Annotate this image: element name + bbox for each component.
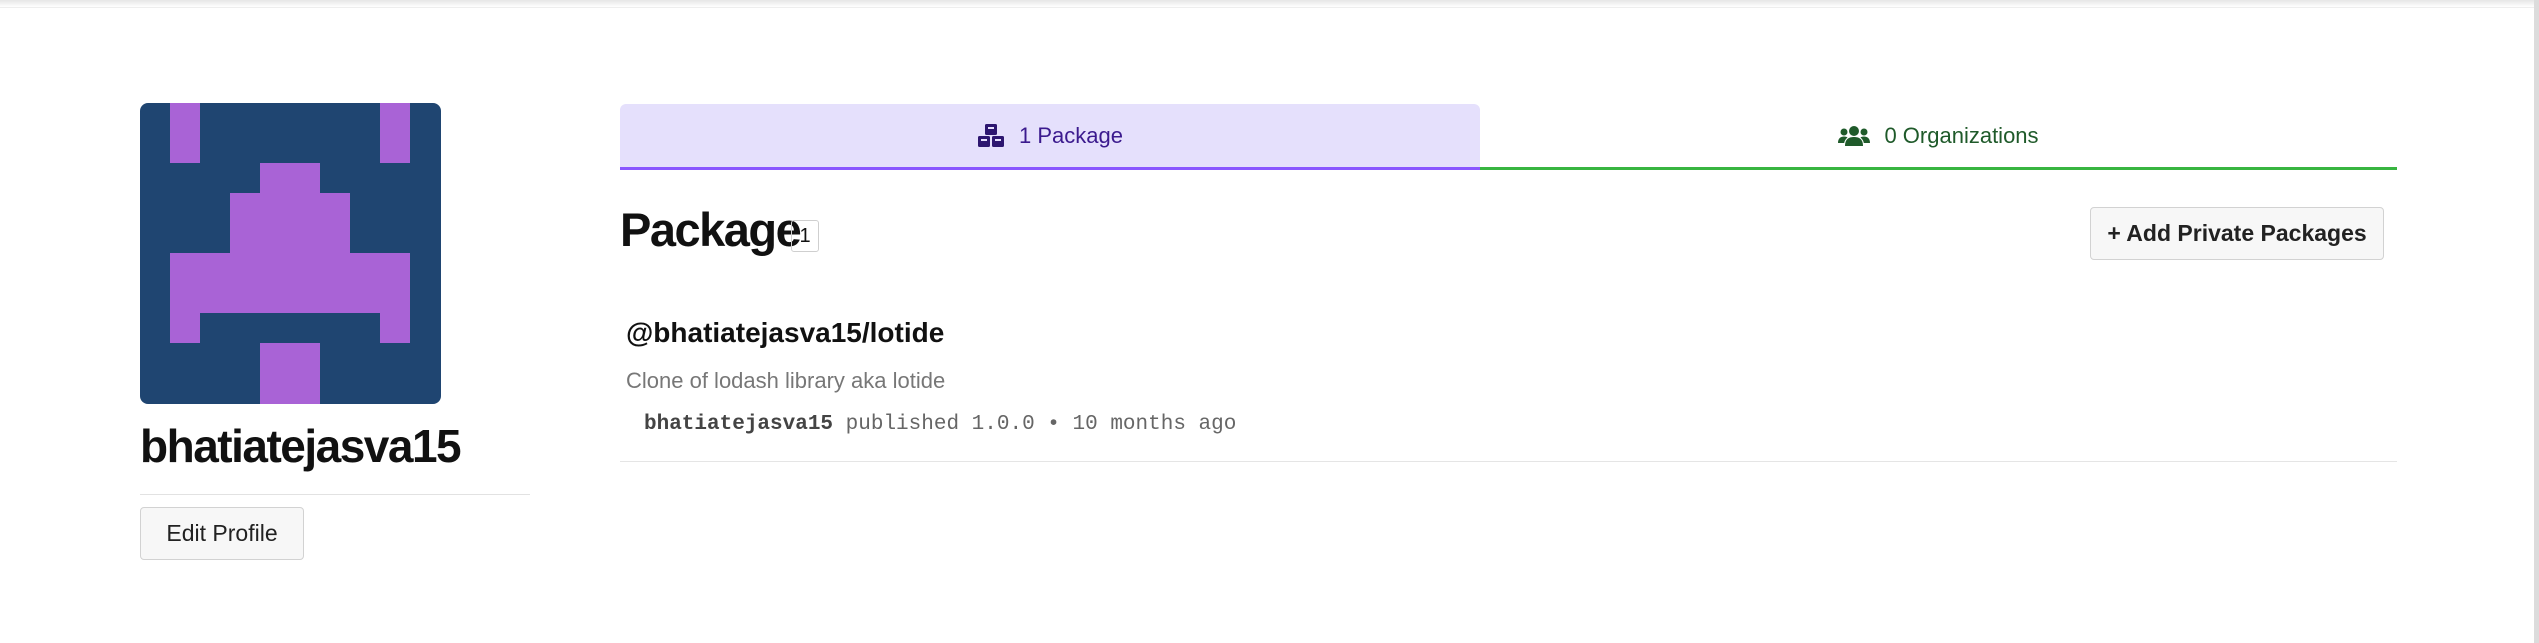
avatar-pixel — [230, 193, 350, 253]
package-count-badge: 1 — [791, 220, 819, 252]
scrollbar[interactable] — [2534, 0, 2539, 643]
profile-username: bhatiatejasva15 — [140, 420, 462, 472]
package-meta: bhatiatejasva15 published 1.0.0 • 10 mon… — [644, 413, 1236, 436]
top-nav-shadow — [0, 0, 2539, 8]
avatar-pixel — [170, 253, 410, 313]
package-author-link[interactable]: bhatiatejasva15 — [644, 413, 833, 436]
package-name-link[interactable]: @bhatiatejasva15/lotide — [626, 317, 944, 349]
tab-organizations-label: 0 Organizations — [1884, 122, 2039, 148]
tab-organizations[interactable]: 0 Organizations — [1480, 104, 2397, 170]
avatar-pixel — [170, 103, 200, 163]
package-divider — [620, 461, 2397, 462]
tab-packages[interactable]: 1 Package — [620, 104, 1480, 170]
avatar-pixel — [170, 313, 200, 343]
avatar-pixel — [380, 103, 410, 163]
package-version: 1.0.0 — [971, 413, 1035, 436]
profile-divider — [140, 494, 530, 495]
packages-heading: Package — [620, 203, 802, 256]
package-description: Clone of lodash library aka lotide — [626, 368, 946, 393]
edit-profile-button[interactable]: Edit Profile — [140, 507, 304, 560]
package-published-text: published — [845, 413, 960, 436]
cubes-icon — [977, 123, 1005, 149]
avatar — [140, 103, 441, 404]
avatar-pixel — [260, 163, 320, 193]
avatar-pixel — [380, 313, 410, 343]
package-time-ago: 10 months ago — [1072, 413, 1237, 436]
users-icon — [1838, 124, 1871, 148]
avatar-pixel — [260, 343, 320, 404]
tab-packages-label: 1 Package — [1019, 122, 1123, 148]
add-private-packages-button[interactable]: + Add Private Packages — [2090, 207, 2384, 260]
meta-separator: • — [1047, 413, 1060, 436]
